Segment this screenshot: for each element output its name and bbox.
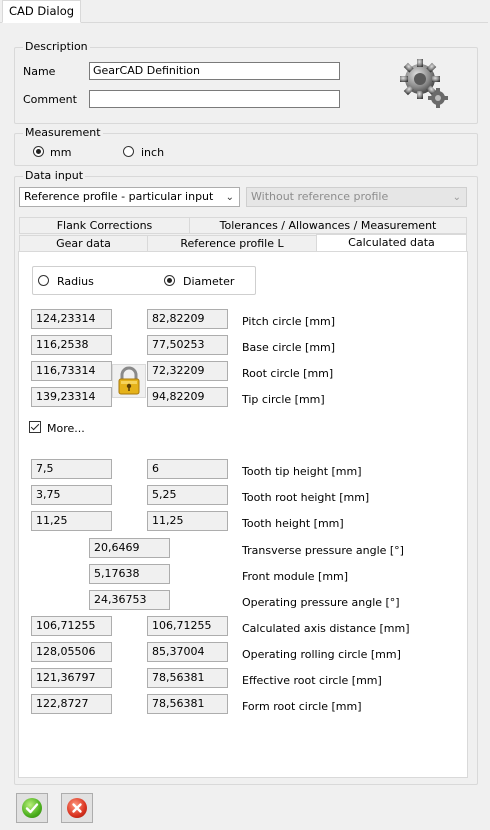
name-field[interactable]: GearCAD Definition	[89, 62, 340, 80]
reference-profile-select-value: Reference profile - particular input	[24, 190, 214, 203]
base-circle-label: Base circle [mm]	[242, 341, 336, 354]
tab-reference-profile-l[interactable]: Reference profile L	[147, 235, 317, 252]
calculated-axis-distance-value-1: 106,71255	[31, 616, 112, 636]
transverse-pressure-angle-value: 20,6469	[89, 538, 170, 558]
tab-tolerances[interactable]: Tolerances / Allowances / Measurement	[189, 217, 467, 234]
measurement-group: Measurement	[14, 126, 478, 166]
tooth-root-height-value-1: 3,75	[31, 485, 112, 505]
front-module-label: Front module [mm]	[242, 570, 349, 583]
operating-pressure-angle-value: 24,36753	[89, 590, 170, 610]
measurement-group-title: Measurement	[23, 126, 103, 139]
calculated-axis-distance-label: Calculated axis distance [mm]	[242, 622, 410, 635]
inch-radio-label[interactable]: inch	[141, 146, 164, 159]
dialog-tab-strip: CAD Dialog	[0, 0, 488, 23]
operating-rolling-circle-label: Operating rolling circle [mm]	[242, 648, 401, 661]
tab-gear-data[interactable]: Gear data	[19, 235, 148, 252]
data-input-group-title: Data input	[23, 169, 86, 182]
front-module-value: 5,17638	[89, 564, 170, 584]
tab-flank-corrections[interactable]: Flank Corrections	[19, 217, 190, 234]
comment-field[interactable]	[89, 90, 340, 108]
more-checkbox-label[interactable]: More...	[47, 422, 85, 435]
form-root-circle-value-2: 78,56381	[147, 694, 228, 714]
tab-calculated-data[interactable]: Calculated data	[316, 234, 467, 252]
more-checkbox[interactable]	[29, 421, 41, 433]
inch-radio[interactable]	[123, 146, 134, 157]
calculated-axis-distance-value-2: 106,71255	[147, 616, 228, 636]
tooth-height-value-1: 11,25	[31, 511, 112, 531]
tooth-tip-height-value-2: 6	[147, 459, 228, 479]
operating-rolling-circle-value-1: 128,05506	[31, 642, 112, 662]
tooth-tip-height-value-1: 7,5	[31, 459, 112, 479]
root-circle-label: Root circle [mm]	[242, 367, 334, 380]
secondary-profile-select-value: Without reference profile	[251, 190, 389, 203]
ok-button[interactable]	[16, 793, 48, 823]
tooth-height-value-2: 11,25	[147, 511, 228, 531]
secondary-profile-select: Without reference profile ⌄	[246, 187, 467, 207]
tooth-tip-height-label: Tooth tip height [mm]	[242, 465, 362, 478]
comment-label: Comment	[23, 93, 77, 106]
lock-icon	[118, 366, 140, 395]
diameter-radio[interactable]	[164, 275, 175, 286]
cancel-button[interactable]	[61, 793, 93, 823]
tip-circle-value-1: 139,23314	[31, 387, 112, 407]
effective-root-circle-value-1: 121,36797	[31, 668, 112, 688]
reference-profile-select[interactable]: Reference profile - particular input ⌄	[19, 187, 240, 207]
pitch-circle-value-1: 124,23314	[31, 309, 112, 329]
effective-root-circle-label: Effective root circle [mm]	[242, 674, 382, 687]
operating-rolling-circle-value-2: 85,37004	[147, 642, 228, 662]
diameter-radio-label[interactable]: Diameter	[183, 275, 234, 288]
name-label: Name	[23, 65, 56, 78]
form-root-circle-label: Form root circle [mm]	[242, 700, 362, 713]
lock-button[interactable]	[112, 364, 146, 398]
mm-radio[interactable]	[33, 146, 44, 157]
check-icon	[22, 798, 42, 818]
mm-radio-label[interactable]: mm	[50, 146, 71, 159]
base-circle-value-1: 116,2538	[31, 335, 112, 355]
tip-circle-label: Tip circle [mm]	[242, 393, 325, 406]
radius-radio-label[interactable]: Radius	[57, 275, 94, 288]
tooth-root-height-label: Tooth root height [mm]	[242, 491, 370, 504]
chevron-down-icon: ⌄	[452, 192, 461, 203]
pitch-circle-label: Pitch circle [mm]	[242, 315, 336, 328]
base-circle-value-2: 77,50253	[147, 335, 228, 355]
tooth-height-label: Tooth height [mm]	[242, 517, 344, 530]
tip-circle-value-2: 94,82209	[147, 387, 228, 407]
pitch-circle-value-2: 82,82209	[147, 309, 228, 329]
effective-root-circle-value-2: 78,56381	[147, 668, 228, 688]
operating-pressure-angle-label: Operating pressure angle [°]	[242, 596, 400, 609]
description-group-title: Description	[23, 40, 90, 53]
form-root-circle-value-1: 122,8727	[31, 694, 112, 714]
root-circle-value-1: 116,73314	[31, 361, 112, 381]
root-circle-value-2: 72,32209	[147, 361, 228, 381]
chevron-down-icon: ⌄	[225, 192, 234, 203]
radius-radio[interactable]	[38, 275, 49, 286]
tooth-root-height-value-2: 5,25	[147, 485, 228, 505]
tab-cad-dialog[interactable]: CAD Dialog	[2, 0, 82, 23]
transverse-pressure-angle-label: Transverse pressure angle [°]	[242, 544, 404, 557]
close-icon	[67, 798, 87, 818]
gear-logo-icon	[400, 59, 448, 108]
